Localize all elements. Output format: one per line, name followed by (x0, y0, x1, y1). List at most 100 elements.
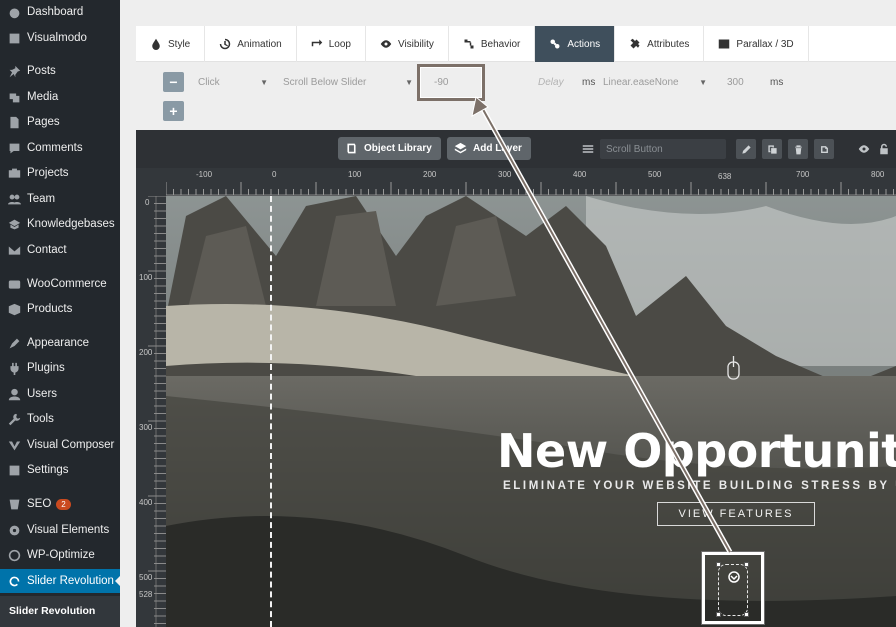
sidebar-item-appearance[interactable]: Appearance (0, 331, 120, 355)
trash-icon[interactable] (788, 139, 808, 159)
sidebar-item-label: Visualmodo (27, 32, 87, 44)
sidebar-item-label: Comments (27, 142, 83, 154)
tab-actions[interactable]: Actions (535, 26, 616, 62)
tab-behavior[interactable]: Behavior (449, 26, 536, 62)
remove-action-button[interactable]: − (163, 72, 184, 92)
easing-select[interactable]: Linear.easeNone ▼ (603, 71, 707, 93)
slide-subtitle[interactable]: ELIMINATE YOUR WEBSITE BUILDING STRESS B… (503, 480, 896, 492)
tools-icon (629, 38, 647, 50)
resize-handle[interactable] (716, 612, 721, 617)
sidebar-item-visual-composer[interactable]: Visual Composer (0, 433, 120, 457)
knowledge-icon (7, 217, 21, 231)
tab-label: Behavior (480, 38, 521, 50)
sidebar-item-label: Visual Elements (27, 524, 110, 536)
action-select[interactable]: Scroll Below Slider ▼ (283, 71, 413, 93)
sidebar-item-team[interactable]: Team (0, 187, 120, 211)
sidebar-item-projects[interactable]: Projects (0, 161, 120, 185)
sidebar-item-contact[interactable]: Contact (0, 238, 120, 262)
speed-input[interactable]: 300 (727, 71, 767, 93)
history-icon (219, 38, 237, 50)
sidebar-item-slider-revolution[interactable]: Slider Revolution (0, 569, 120, 593)
tab-label: Visibility (397, 38, 434, 50)
sidebar-item-plugins[interactable]: Plugins (0, 356, 120, 380)
menu-icon[interactable] (582, 143, 594, 158)
sidebar-item-woocommerce[interactable]: WooCommerce (0, 272, 120, 296)
sidebar-item-dashboard[interactable]: Dashboard (0, 0, 120, 24)
mountain-background-image (166, 196, 896, 627)
sidebar-item-users[interactable]: Users (0, 382, 120, 406)
object-library-button[interactable]: Object Library (338, 137, 441, 160)
view-features-button[interactable]: VIEW FEATURES (657, 502, 815, 526)
eye-icon (380, 38, 398, 50)
sidebar-item-label: Posts (27, 65, 56, 77)
sidebar-item-label: Tools (27, 413, 54, 425)
sidebar-item-posts[interactable]: Posts (0, 59, 120, 83)
easing-value: Linear.easeNone (603, 76, 679, 88)
duplicate-icon[interactable] (762, 139, 782, 159)
main-content: Style Animation Loop Visibility Behavior Acti… (120, 0, 896, 627)
add-layer-button[interactable]: Add Layer (447, 137, 531, 160)
page-icon (7, 115, 21, 129)
sidebar-item-label: Contact (27, 244, 67, 256)
trigger-value: Click (198, 76, 220, 88)
sidebar-item-label: Appearance (27, 337, 90, 349)
plugin-icon (7, 361, 21, 375)
gear-icon (7, 523, 21, 537)
sidebar-item-knowledgebases[interactable]: Knowledgebases (0, 212, 120, 236)
speed-unit: ms (770, 77, 784, 88)
eye-icon[interactable] (858, 143, 870, 158)
composer-icon (7, 438, 21, 452)
ruler-h-label: 500 (648, 170, 662, 179)
dashboard-icon (7, 5, 21, 19)
ruler-v-label: 200 (139, 348, 153, 357)
slide-preview[interactable]: New Opportunit ELIMINATE YOUR WEBSITE BU… (166, 196, 896, 627)
settings-icon (7, 463, 21, 477)
image-icon (718, 38, 736, 50)
reset-icon[interactable] (814, 139, 834, 159)
sidebar-item-label: Projects (27, 167, 69, 179)
resize-handle[interactable] (716, 562, 721, 567)
highlight-box-offset (417, 64, 485, 101)
sidebar-item-visual-elements[interactable]: Visual Elements (0, 518, 120, 542)
sidebar-item-seo[interactable]: SEO 2 (0, 492, 120, 516)
tab-parallax-3d[interactable]: Parallax / 3D (704, 26, 809, 62)
lock-icon[interactable] (878, 143, 890, 158)
sidebar-item-products[interactable]: Products (0, 297, 120, 321)
tab-label: Animation (237, 38, 282, 50)
tab-animation[interactable]: Animation (205, 26, 297, 62)
sidebar-item-wp-optimize[interactable]: WP-Optimize (0, 543, 120, 567)
ruler-h-label: 700 (796, 170, 810, 179)
add-action-button[interactable]: + (163, 101, 184, 121)
tab-loop[interactable]: Loop (297, 26, 366, 62)
layer-name-input[interactable]: Scroll Button (600, 139, 726, 159)
sidebar-item-label: Visual Composer (27, 439, 115, 451)
slide-title[interactable]: New Opportunit (497, 424, 896, 478)
sidebar-item-settings[interactable]: Settings (0, 458, 120, 482)
sidebar-item-visualmodo[interactable]: Visualmodo (0, 26, 120, 50)
delay-label: Delay (538, 76, 564, 88)
ruler-v-label: 100 (139, 273, 153, 282)
tab-visibility[interactable]: Visibility (366, 26, 449, 62)
tab-label: Actions (567, 38, 601, 50)
sidebar-item-tools[interactable]: Tools (0, 407, 120, 431)
sidebar-item-label: Plugins (27, 362, 65, 374)
sidebar-item-comments[interactable]: Comments (0, 136, 120, 160)
tab-attributes[interactable]: Attributes (615, 26, 705, 62)
scroll-arrow-icon (728, 571, 740, 583)
trigger-select[interactable]: Click ▼ (198, 71, 268, 93)
sidebar-item-label: Settings (27, 464, 69, 476)
pencil-icon[interactable] (736, 139, 756, 159)
slide-canvas: -100 0 100 200 300 400 500 638 700 800 0… (136, 168, 896, 627)
chevron-down-icon: ▼ (699, 77, 707, 87)
sidebar-item-media[interactable]: Media (0, 85, 120, 109)
sidebar-item-label: Products (27, 303, 73, 315)
sidebar-footer-label: Slider Revolution (0, 596, 120, 627)
resize-handle[interactable] (744, 562, 749, 567)
ruler-h-label: 400 (573, 170, 587, 179)
speed-value: 300 (727, 76, 744, 88)
resize-handle[interactable] (744, 612, 749, 617)
horizontal-ruler: -100 0 100 200 300 400 500 638 700 800 (166, 168, 896, 196)
tab-style[interactable]: Style (136, 26, 206, 62)
user-icon (7, 387, 21, 401)
sidebar-item-pages[interactable]: Pages (0, 110, 120, 134)
